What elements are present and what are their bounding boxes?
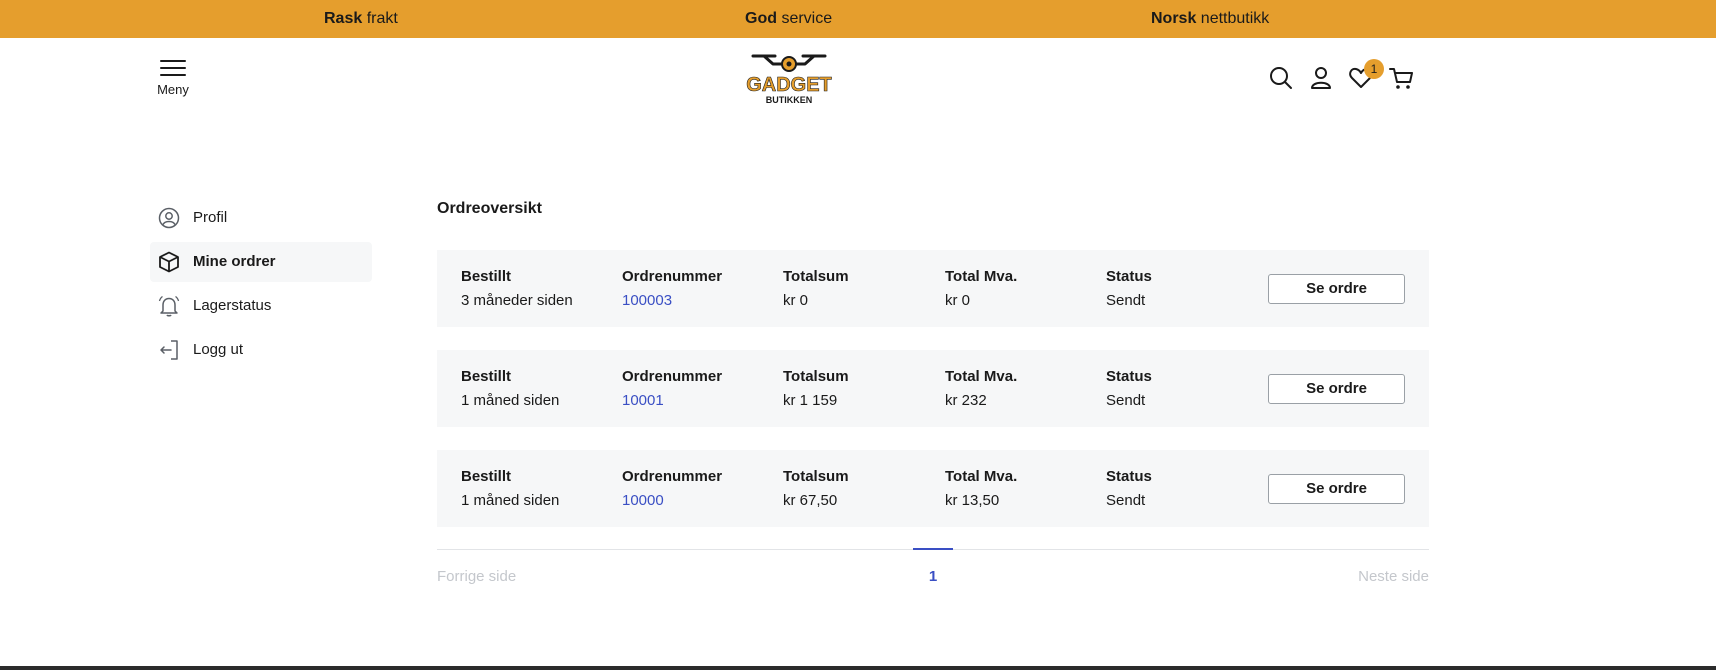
order-number-header: Ordrenummer: [622, 268, 723, 285]
vat-value: kr 232: [945, 392, 987, 409]
vat-header: Total Mva.: [945, 268, 1018, 285]
view-order-button[interactable]: Se ordre: [1268, 374, 1405, 404]
bell-icon: [158, 295, 180, 317]
view-order-button[interactable]: Se ordre: [1268, 274, 1405, 304]
total-header: Totalsum: [783, 468, 849, 485]
total-header: Totalsum: [783, 368, 849, 385]
status-value: Sendt: [1106, 492, 1146, 509]
order-card: Bestillt 1 måned siden Ordrenummer 10000 T…: [437, 450, 1429, 527]
status-header: Status: [1106, 368, 1152, 385]
ordered-header: Bestillt: [461, 268, 512, 285]
status-value: Sendt: [1106, 392, 1146, 409]
vat-value: kr 0: [945, 292, 971, 309]
status-value: Sendt: [1106, 292, 1146, 309]
page-number-current[interactable]: 1: [913, 568, 953, 585]
sidebar-item-label: Lagerstatus: [193, 297, 272, 314]
order-card: Bestillt 1 måned siden Ordrenummer 10001 T…: [437, 350, 1429, 427]
box-icon: [158, 251, 180, 273]
order-number-header: Ordrenummer: [622, 368, 723, 385]
bottom-edge: [0, 666, 1716, 670]
vat-header: Total Mva.: [945, 468, 1018, 485]
order-number-header: Ordrenummer: [622, 468, 723, 485]
order-number-link[interactable]: 10001: [622, 391, 722, 411]
sidebar-item-logg-ut[interactable]: Logg ut: [150, 330, 372, 370]
sidebar-item-mine-ordrer[interactable]: Mine ordrer: [150, 242, 372, 282]
sidebar-item-label: Logg ut: [193, 341, 244, 358]
user-circle-icon: [158, 207, 180, 229]
announcement-fast-shipping: Rask frakt: [324, 10, 398, 27]
total-value: kr 1 159: [783, 392, 838, 409]
announcement-good-service: God service: [745, 10, 833, 27]
sidebar-item-profil[interactable]: Profil: [150, 198, 372, 238]
order-card: Bestillt 3 måneder siden Ordrenummer 10000…: [437, 250, 1429, 327]
previous-page-link[interactable]: Forrige side: [437, 568, 516, 585]
total-value: kr 0: [783, 292, 809, 309]
svg-text:BUTIKKEN: BUTIKKEN: [766, 95, 813, 105]
pagination-active-indicator: [913, 548, 953, 550]
hamburger-icon: [160, 60, 186, 78]
status-header: Status: [1106, 468, 1152, 485]
logo[interactable]: GADGET BUTIKKEN: [745, 50, 833, 108]
cart-icon[interactable]: [1387, 64, 1415, 92]
ordered-value: 3 måneder siden: [461, 292, 573, 309]
ordered-header: Bestillt: [461, 468, 512, 485]
ordered-value: 1 måned siden: [461, 492, 560, 509]
ordered-value: 1 måned siden: [461, 392, 560, 409]
sidebar-item-label: Mine ordrer: [193, 253, 276, 270]
vat-header: Total Mva.: [945, 368, 1018, 385]
vat-value: kr 13,50: [945, 492, 1000, 509]
sidebar-item-lagerstatus[interactable]: Lagerstatus: [150, 286, 372, 326]
ordered-header: Bestillt: [461, 368, 512, 385]
account-icon[interactable]: [1307, 64, 1335, 92]
order-number-link[interactable]: 100003: [622, 291, 722, 311]
status-header: Status: [1106, 268, 1152, 285]
announcement-bar: Rask frakt God service Norsk nettbutikk: [0, 0, 1716, 38]
search-icon[interactable]: [1267, 64, 1295, 92]
wishlist-count-badge: 1: [1364, 59, 1384, 79]
page-title: Ordreoversikt: [437, 200, 542, 217]
sidebar-item-label: Profil: [193, 209, 228, 226]
menu-label: Meny: [157, 82, 189, 97]
menu-button[interactable]: Meny: [150, 60, 196, 100]
total-value: kr 67,50: [783, 492, 838, 509]
view-order-button[interactable]: Se ordre: [1268, 474, 1405, 504]
announcement-norwegian-store: Norsk nettbutikk: [1151, 10, 1270, 27]
total-header: Totalsum: [783, 268, 849, 285]
svg-text:GADGET: GADGET: [746, 74, 832, 96]
order-number-link[interactable]: 10000: [622, 491, 722, 511]
site-header: Meny GADGET BUTIKKEN 1: [0, 38, 1716, 118]
next-page-link[interactable]: Neste side: [1358, 568, 1429, 585]
logout-icon: [158, 339, 180, 361]
